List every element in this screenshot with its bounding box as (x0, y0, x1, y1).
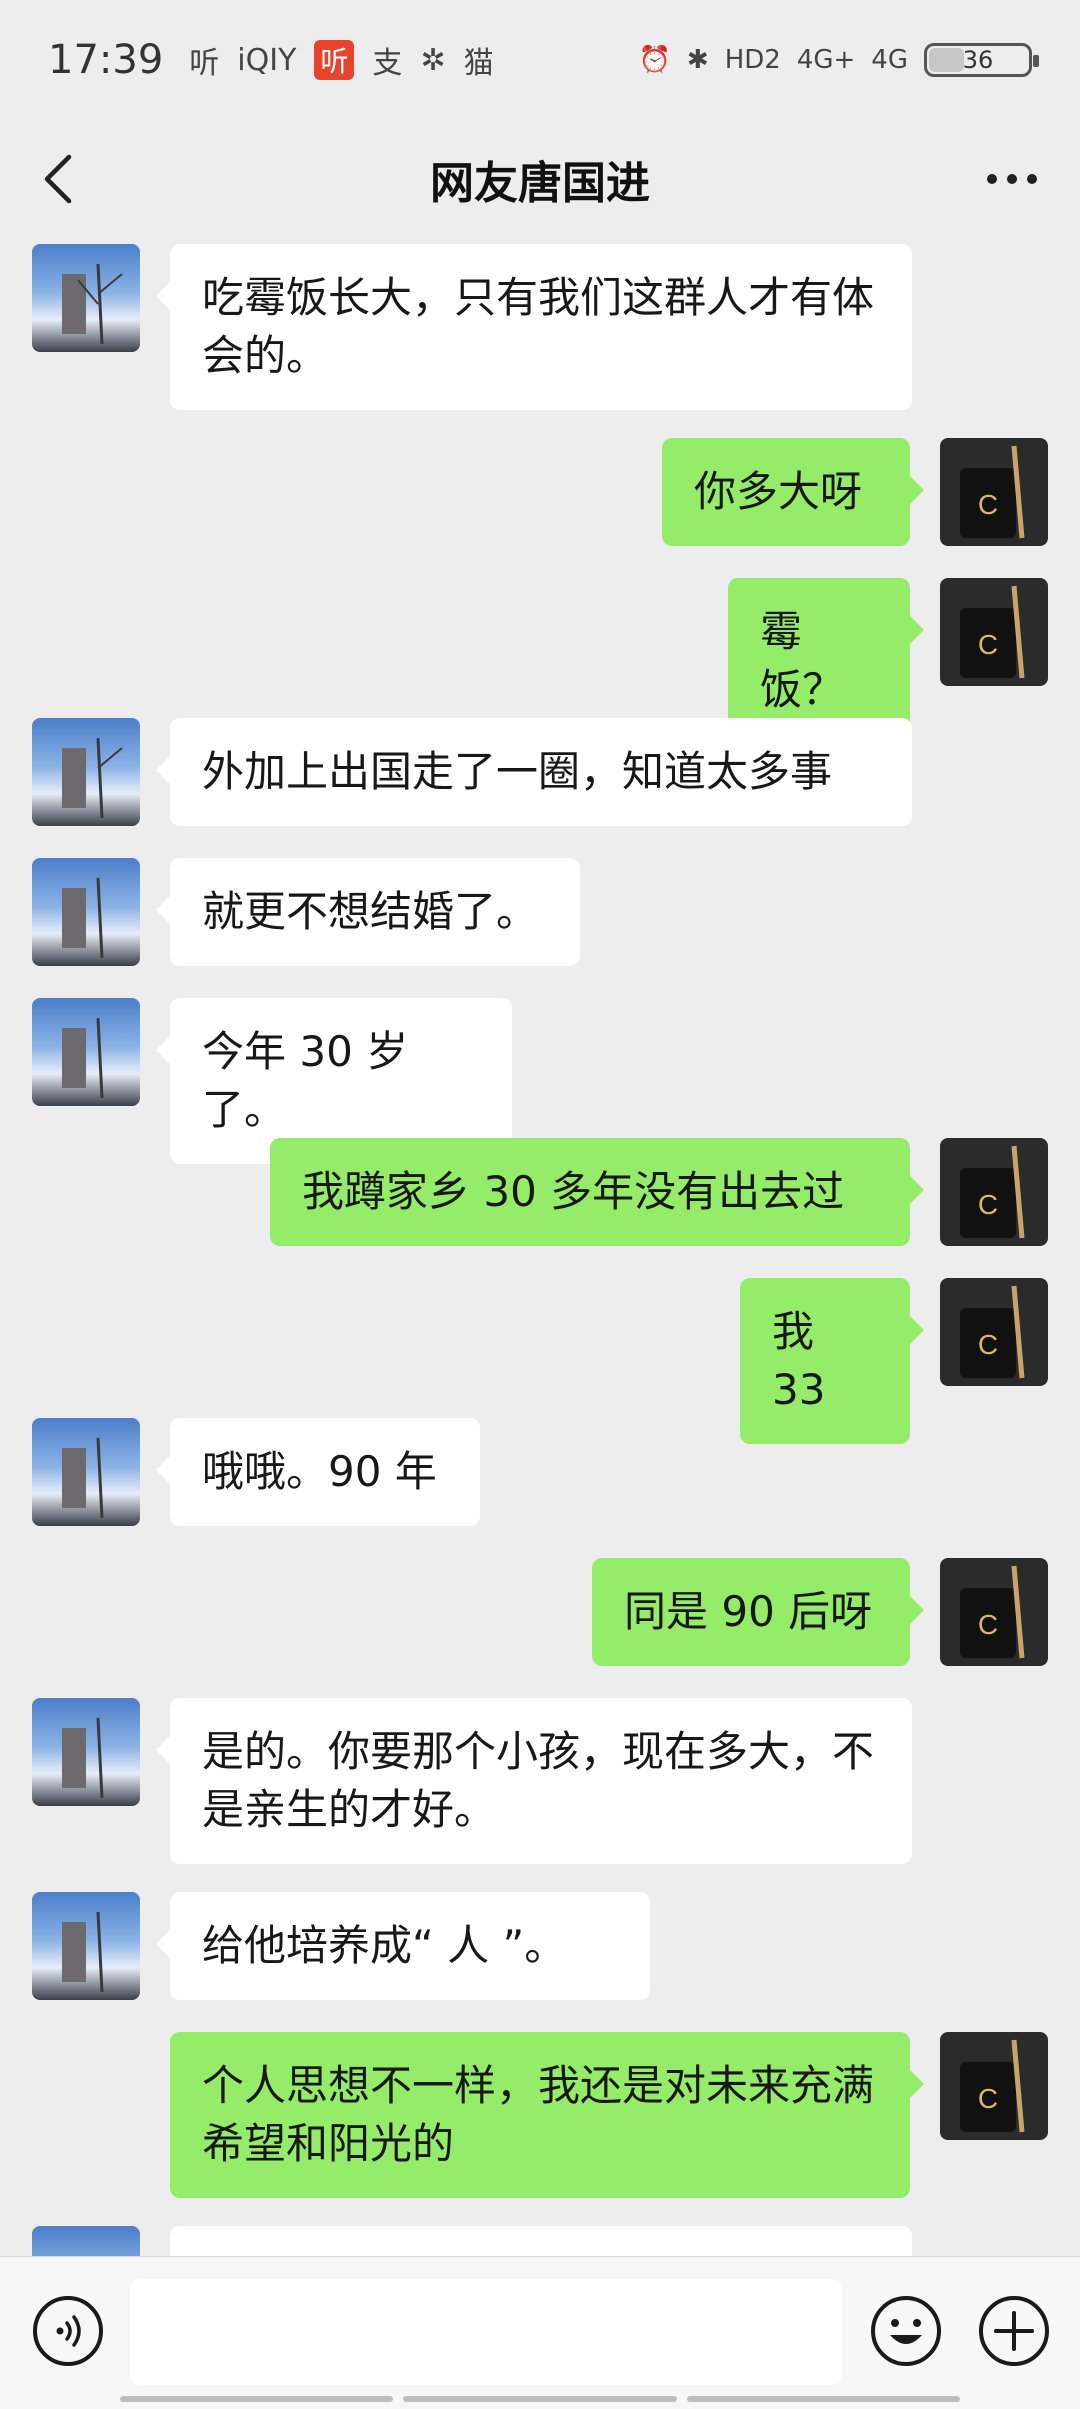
emoji-button[interactable] (868, 2293, 944, 2369)
message-list[interactable]: 吃霉饭长大，只有我们这群人才有体会的。 你多大呀 C 霉饭？ C 外加上出国走了… (0, 238, 1080, 2256)
message-bubble-partial[interactable] (170, 2226, 912, 2256)
avatar[interactable] (32, 1698, 140, 1806)
more-button[interactable] (972, 146, 1052, 212)
app-notification-icon: 听 (314, 40, 355, 80)
more-dots-icon (987, 174, 997, 184)
back-arrow-icon (44, 154, 72, 204)
app-notification-icon: 猫 (463, 46, 494, 81)
avatar-image: C (960, 1285, 1025, 1379)
hd-icon: HD2 (724, 45, 781, 75)
battery-icon: 36 (924, 43, 1039, 77)
avatar-image: C (960, 445, 1025, 539)
svg-text:C: C (978, 2083, 998, 2114)
gesture-bar (120, 2396, 960, 2402)
avatar[interactable] (32, 244, 140, 352)
message-bubble[interactable]: 同是 90 后呀 (592, 1558, 924, 1666)
avatar-image (62, 1017, 104, 1099)
bluetooth-icon: ✱ (686, 45, 709, 75)
svg-text:C: C (978, 489, 998, 520)
battery-level: 36 (962, 46, 994, 74)
message-input[interactable] (130, 2279, 842, 2385)
message-bubble[interactable]: 外加上出国走了一圈，知道太多事 (156, 718, 912, 826)
svg-text:C: C (978, 1189, 998, 1220)
avatar[interactable]: C (940, 1278, 1048, 1386)
avatar-image: C (960, 2039, 1025, 2133)
status-bar: 17:39 听 iQIY 听 支 ✲ 猫 ⏰ ✱ HD2 4G+ 4G 36 (0, 0, 1080, 120)
avatar-image: C (960, 585, 1025, 679)
avatar-image (62, 1717, 104, 1799)
app-notification-icon: ✲ (420, 42, 446, 78)
svg-text:C: C (978, 1609, 998, 1640)
voice-button[interactable] (30, 2293, 106, 2369)
message-bubble[interactable]: 就更不想结婚了。 (156, 858, 580, 966)
avatar-image (62, 877, 104, 959)
message-bubble[interactable]: 我蹲家乡 30 多年没有出去过 (270, 1138, 924, 1246)
app-notification-icon: 听 (189, 46, 220, 81)
avatar[interactable] (32, 2226, 140, 2256)
avatar[interactable]: C (940, 1558, 1048, 1666)
signal-icon: 4G (871, 45, 908, 75)
svg-text:C: C (978, 629, 998, 660)
avatar-image (62, 1437, 104, 1519)
app-notification-icon: iQIY (237, 42, 297, 78)
emoji-icon (871, 2296, 941, 2366)
app-notification-icon: 支 (372, 46, 403, 81)
page-title: 网友唐国进 (430, 158, 650, 209)
back-button[interactable] (28, 146, 88, 212)
status-left: 17:39 听 iQIY 听 支 ✲ 猫 (48, 37, 494, 83)
avatar-image (62, 263, 123, 345)
avatar-image: C (960, 1565, 1025, 1659)
message-bubble[interactable]: 我 33 (740, 1278, 924, 1444)
avatar[interactable] (32, 1892, 140, 2000)
avatar[interactable] (32, 1418, 140, 1526)
status-time: 17:39 (48, 37, 164, 83)
plus-button[interactable] (976, 2293, 1052, 2369)
avatar-image: C (960, 1145, 1025, 1239)
more-dots-icon (1007, 174, 1017, 184)
signal-icon: 4G+ (796, 45, 856, 75)
message-bubble[interactable]: 给他培养成“ 人 ”。 (156, 1892, 650, 2000)
avatar[interactable] (32, 718, 140, 826)
avatar[interactable]: C (940, 438, 1048, 546)
avatar[interactable]: C (940, 2032, 1048, 2140)
input-bar (0, 2256, 1080, 2409)
avatar[interactable]: C (940, 1138, 1048, 1246)
avatar-image (62, 1911, 104, 1993)
more-dots-icon (1027, 174, 1037, 184)
chat-header: 网友唐国进 (0, 120, 1080, 238)
message-bubble[interactable]: 是的。你要那个小孩，现在多大，不是亲生的才好。 (156, 1698, 912, 1864)
svg-text:C: C (978, 1329, 998, 1360)
avatar[interactable]: C (940, 578, 1048, 686)
message-bubble[interactable]: 哦哦。90 年 (156, 1418, 480, 1526)
avatar[interactable] (32, 998, 140, 1106)
voice-icon (33, 2296, 103, 2366)
status-right: ⏰ ✱ HD2 4G+ 4G 36 (638, 43, 1039, 77)
avatar[interactable] (32, 858, 140, 966)
message-bubble[interactable]: 吃霉饭长大，只有我们这群人才有体会的。 (156, 244, 912, 410)
plus-icon (979, 2296, 1049, 2366)
message-bubble[interactable]: 个人思想不一样，我还是对未来充满希望和阳光的 (170, 2032, 924, 2198)
alarm-icon: ⏰ (638, 45, 671, 75)
avatar-image (62, 737, 123, 819)
message-bubble[interactable]: 你多大呀 (662, 438, 924, 546)
